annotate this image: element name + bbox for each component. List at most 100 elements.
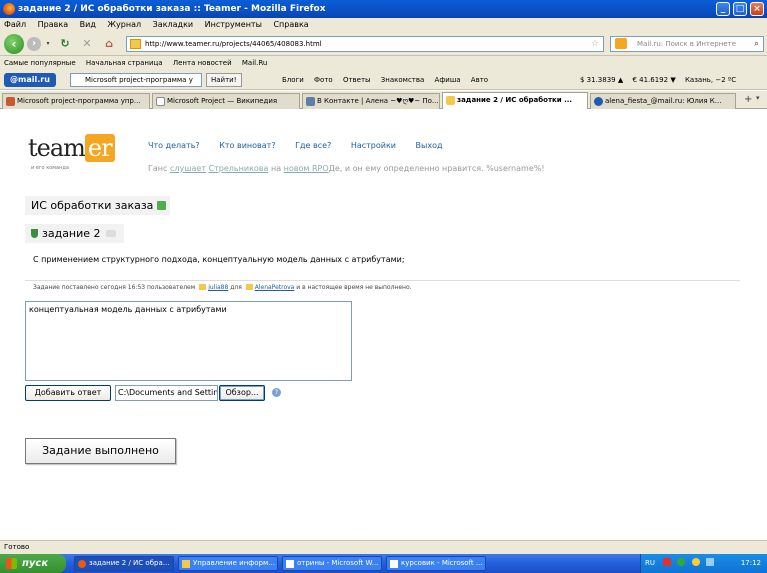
bookmarks-toolbar: Самые популярные Начальная страница Лент… bbox=[0, 56, 767, 70]
tray-app-icon[interactable] bbox=[663, 558, 672, 566]
bookmark-news-feed[interactable]: Лента новостей bbox=[173, 59, 232, 67]
nav-who-is-guilty[interactable]: Кто виноват? bbox=[219, 141, 275, 150]
folder-icon bbox=[182, 560, 190, 568]
site-favicon bbox=[130, 39, 141, 49]
window-title: задание 2 / ИС обработки заказа :: Teame… bbox=[18, 4, 326, 14]
task-title: задание 2 bbox=[25, 224, 124, 243]
project-title[interactable]: ИС обработки заказа bbox=[25, 196, 171, 215]
back-button-icon[interactable]: ‹ bbox=[4, 34, 24, 54]
nav-what-to-do[interactable]: Что делать? bbox=[148, 141, 200, 150]
vk-icon bbox=[306, 97, 315, 106]
forward-button-icon[interactable]: › bbox=[27, 37, 41, 51]
mailru-toolbar: @mail.ru Microsoft project-программа у Н… bbox=[0, 70, 767, 90]
mailru-item-auto[interactable]: Авто bbox=[471, 76, 488, 84]
tray-volume-icon[interactable] bbox=[705, 558, 714, 566]
tagline-link-rpo[interactable]: новом RPO bbox=[284, 164, 329, 173]
firefox-icon bbox=[3, 3, 15, 15]
taskbar-item-word-2[interactable]: курсовик - Microsoft ... bbox=[386, 556, 486, 571]
system-tray: RU 17:12 bbox=[640, 554, 767, 573]
word-icon bbox=[286, 560, 294, 568]
tab-task-2[interactable]: задание 2 / ИС обработки ... bbox=[442, 92, 588, 109]
tray-network-icon[interactable] bbox=[677, 558, 686, 566]
site-nav: Что делать? Кто виноват? Где все? Настро… bbox=[148, 141, 460, 150]
task-meta: Задание поставлено сегодня 16:53 пользов… bbox=[33, 284, 412, 291]
menu-bar: Файл Правка Вид Журнал Закладки Инструме… bbox=[0, 18, 767, 32]
address-bar[interactable]: http://www.teamer.ru/projects/44065/4080… bbox=[126, 36, 604, 52]
mailru-item-afisha[interactable]: Афиша bbox=[435, 76, 461, 84]
nav-settings[interactable]: Настройки bbox=[351, 141, 396, 150]
taskbar-item-word-1[interactable]: отрины - Microsoft W... bbox=[282, 556, 382, 571]
bookmark-mailru[interactable]: Mail.Ru bbox=[242, 59, 267, 67]
weather-kazan[interactable]: Казань, −2 ºС bbox=[685, 76, 736, 84]
menu-view[interactable]: Вид bbox=[80, 20, 96, 29]
tab-list-icon[interactable]: ▾ bbox=[756, 94, 760, 102]
mailru-item-dating[interactable]: Знакомства bbox=[381, 76, 425, 84]
wikipedia-icon bbox=[156, 97, 165, 106]
tagline-link-listens[interactable]: слушает bbox=[170, 164, 206, 173]
assignee-link[interactable]: AlenaPetrova bbox=[255, 284, 295, 291]
mailru-item-blogs[interactable]: Блоги bbox=[282, 76, 304, 84]
eur-rate[interactable]: € 41.6192 ▼ bbox=[632, 76, 675, 84]
navigation-toolbar: ‹ › ▾ ↻ ✕ ⌂ http://www.teamer.ru/project… bbox=[0, 32, 767, 56]
menu-file[interactable]: Файл bbox=[4, 20, 26, 29]
tab-mailru-inbox[interactable]: alena_fiesta_@mail.ru: Юлия К... bbox=[590, 93, 736, 109]
menu-history[interactable]: Журнал bbox=[107, 20, 141, 29]
bookmark-start-page[interactable]: Начальная страница bbox=[86, 59, 163, 67]
maximize-button[interactable]: □ bbox=[733, 2, 747, 16]
mailru-item-photo[interactable]: Фото bbox=[314, 76, 333, 84]
divider bbox=[25, 280, 740, 281]
word-icon bbox=[390, 560, 398, 568]
reload-icon[interactable]: ↻ bbox=[58, 37, 72, 51]
tab-wikipedia[interactable]: Microsoft Project — Википедия bbox=[152, 93, 300, 109]
menu-tools[interactable]: Инструменты bbox=[205, 20, 262, 29]
stop-icon[interactable]: ✕ bbox=[80, 37, 94, 51]
home-icon[interactable]: ⌂ bbox=[102, 37, 116, 51]
teamer-logo[interactable]: team er bbox=[28, 134, 115, 162]
user-icon bbox=[245, 284, 253, 290]
page-content: team er и его команда Что делать? Кто вин… bbox=[0, 109, 767, 540]
menu-help[interactable]: Справка bbox=[273, 20, 308, 29]
taskbar-item-firefox[interactable]: задание 2 / ИС обра... bbox=[74, 556, 174, 571]
address-text: http://www.teamer.ru/projects/44065/4080… bbox=[145, 40, 322, 48]
search-field[interactable]: Mail.ru: Поиск в Интернете ⌕ bbox=[610, 36, 764, 52]
help-icon[interactable]: ? bbox=[272, 388, 281, 397]
clock[interactable]: 17:12 bbox=[741, 554, 761, 573]
bookmark-star-icon[interactable]: ☆ bbox=[591, 37, 599, 51]
firefox-icon bbox=[78, 560, 86, 568]
task-description: С применением структурного подхода, конц… bbox=[33, 255, 405, 264]
bookmark-popular[interactable]: Самые популярные bbox=[4, 59, 76, 67]
add-answer-button[interactable]: Добавить ответ bbox=[25, 385, 111, 401]
close-button[interactable]: × bbox=[750, 2, 764, 16]
usd-rate[interactable]: $ 31.3839 ▲ bbox=[580, 76, 623, 84]
search-icon[interactable]: ⌕ bbox=[754, 37, 759, 51]
answer-textarea[interactable]: концептуальная модель данных с атрибутам… bbox=[25, 301, 352, 381]
menu-bookmarks[interactable]: Закладки bbox=[153, 20, 193, 29]
language-indicator[interactable]: RU bbox=[645, 559, 655, 567]
taskbar-item-folder[interactable]: Управление информ... bbox=[178, 556, 278, 571]
new-tab-icon[interactable]: + bbox=[744, 94, 752, 105]
mailru-logo[interactable]: @mail.ru bbox=[4, 73, 56, 87]
mailru-find-button[interactable]: Найти! bbox=[206, 73, 242, 87]
tab-project-program[interactable]: Microsoft project-программа упр... bbox=[2, 93, 150, 109]
mailru-item-answers[interactable]: Ответы bbox=[343, 76, 371, 84]
task-done-button[interactable]: Задание выполнено bbox=[25, 438, 176, 464]
nav-logout[interactable]: Выход bbox=[416, 141, 443, 150]
menu-edit[interactable]: Правка bbox=[38, 20, 68, 29]
tray-messenger-icon[interactable] bbox=[691, 558, 700, 566]
add-task-icon[interactable] bbox=[157, 201, 167, 210]
search-engine-icon[interactable] bbox=[615, 38, 627, 49]
windows-taskbar: пуск задание 2 / ИС обра... Управление и… bbox=[0, 554, 767, 573]
teamer-favicon-icon bbox=[446, 96, 455, 105]
tab-vkontakte[interactable]: В Контакте | Алена ~♥ღ♥~ По... bbox=[302, 93, 440, 109]
author-link[interactable]: julia88 bbox=[208, 284, 228, 291]
file-path-input[interactable]: C:\Documents and Settin bbox=[115, 385, 218, 401]
user-icon bbox=[199, 284, 207, 290]
comment-icon[interactable] bbox=[105, 230, 116, 237]
history-dropdown-icon[interactable]: ▾ bbox=[44, 40, 52, 48]
browse-button[interactable]: Обзор... bbox=[219, 385, 265, 401]
minimize-button[interactable]: _ bbox=[716, 2, 730, 16]
nav-where-is-everyone[interactable]: Где все? bbox=[295, 141, 331, 150]
start-button[interactable]: пуск bbox=[0, 554, 66, 573]
tagline-link-artist[interactable]: Стрельникова bbox=[209, 164, 269, 173]
mailru-search-input[interactable]: Microsoft project-программа у bbox=[70, 73, 202, 87]
